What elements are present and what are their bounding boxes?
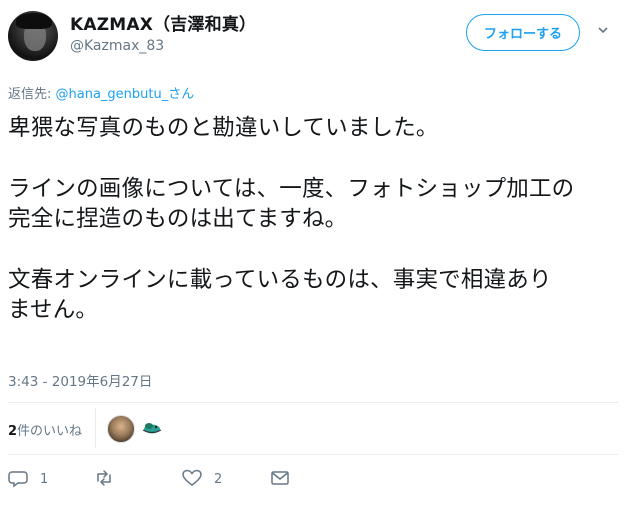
- follow-button[interactable]: フォローする: [466, 14, 580, 51]
- message-button[interactable]: [270, 468, 290, 488]
- tweet-line: 卑猥な写真のものと勘違いしていました。: [8, 115, 439, 141]
- like-count: 2: [214, 472, 223, 487]
- reply-icon: [8, 471, 28, 488]
- likes-label: 件のいいね: [17, 424, 83, 439]
- reply-prefix: 返信先:: [8, 87, 56, 102]
- user-handle[interactable]: @Kazmax_83: [70, 38, 164, 54]
- reply-context: 返信先: @hana_genbutu_さん: [8, 83, 194, 102]
- message-icon: [271, 471, 289, 485]
- tweet-actions: 1 2: [0, 462, 624, 496]
- retweet-button[interactable]: [94, 468, 114, 488]
- likes-number: 2: [8, 424, 18, 439]
- like-button[interactable]: 2: [182, 468, 222, 488]
- user-avatar[interactable]: [8, 11, 58, 61]
- tweet-line: 完全に捏造のものは出てますね。: [8, 206, 348, 232]
- tweet-line: ラインの画像については、一度、フォトショップ加工の: [8, 175, 575, 202]
- reply-button[interactable]: 1: [8, 468, 48, 488]
- reply-mention-suffix: _さん: [161, 87, 195, 102]
- likes-count-link[interactable]: 2件のいいね: [8, 420, 82, 439]
- stats-separator: [95, 408, 96, 448]
- retweet-icon: [97, 470, 111, 486]
- chevron-down-icon[interactable]: [598, 25, 608, 35]
- tweet-stats: 2件のいいね: [0, 402, 624, 454]
- reply-mention-link[interactable]: @hana_genbutu: [56, 87, 162, 102]
- tweet-header: KAZMAX（吉澤和真） @Kazmax_83 フォローする: [0, 0, 624, 72]
- liker-avatar[interactable]: [141, 421, 163, 435]
- tweet-body: 卑猥な写真のものと勘違いしていました。 ラインの画像については、一度、フォトショ…: [8, 113, 618, 326]
- tweet-line: ません。: [8, 297, 99, 323]
- heart-icon: [182, 469, 202, 486]
- liker-avatar[interactable]: [107, 415, 135, 443]
- divider: [8, 454, 618, 455]
- user-display-name[interactable]: KAZMAX（吉澤和真）: [70, 10, 256, 35]
- reply-count: 1: [40, 472, 49, 487]
- tweet-timestamp[interactable]: 3:43 - 2019年6月27日: [8, 370, 152, 390]
- tweet-line: 文春オンラインに載っているものは、事実で相違あり: [8, 266, 552, 293]
